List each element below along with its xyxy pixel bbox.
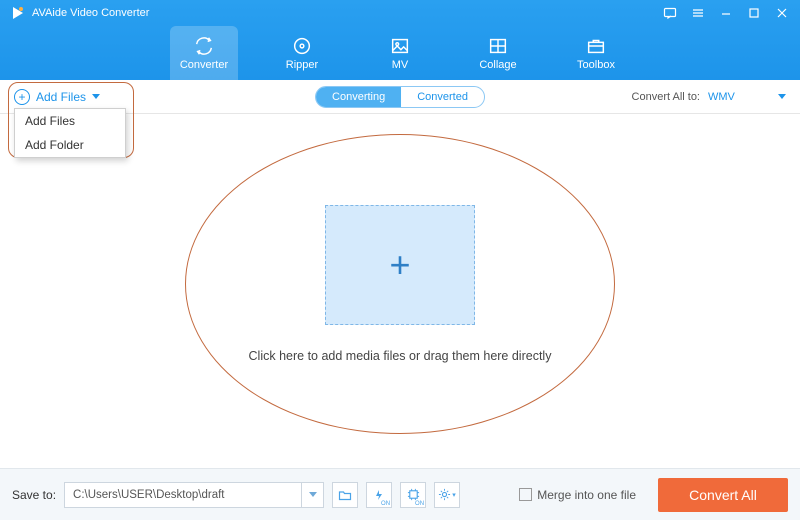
drop-hint: Click here to add media files or drag th… (249, 349, 552, 363)
save-path-input[interactable] (65, 489, 301, 501)
plus-icon: + (389, 244, 410, 286)
nav-label: Ripper (286, 59, 318, 71)
convert-all-label: Convert All to: (632, 91, 700, 103)
add-files-menu: Add Files Add Folder (14, 108, 126, 158)
nav-label: MV (392, 59, 409, 71)
gear-icon (438, 488, 451, 501)
menu-icon[interactable] (684, 0, 712, 26)
nav-label: Converter (180, 59, 228, 71)
tab-converted[interactable]: Converted (401, 87, 484, 107)
add-files-label: Add Files (36, 90, 86, 104)
status-tabs: Converting Converted (315, 86, 485, 108)
checkbox-icon (519, 488, 532, 501)
save-path-field[interactable] (64, 482, 324, 508)
nav-toolbox[interactable]: Toolbox (562, 26, 630, 80)
merge-label: Merge into one file (537, 488, 636, 502)
nav-converter[interactable]: Converter (170, 26, 238, 80)
annotation-ellipse: + Click here to add media files or drag … (185, 134, 615, 434)
folder-icon (338, 488, 352, 502)
plus-circle-icon: + (14, 89, 30, 105)
maximize-button[interactable] (740, 0, 768, 26)
convert-all-button[interactable]: Convert All (658, 478, 788, 512)
close-button[interactable] (768, 0, 796, 26)
hw-accel-button[interactable]: ON (366, 482, 392, 508)
bolt-icon (373, 489, 385, 501)
image-icon (389, 35, 411, 57)
disc-icon (291, 35, 313, 57)
gpu-status: ON (415, 501, 424, 507)
nav-ripper[interactable]: Ripper (268, 26, 336, 80)
nav-mv[interactable]: MV (366, 26, 434, 80)
menu-add-files[interactable]: Add Files (15, 109, 125, 133)
hw-status: ON (381, 501, 390, 507)
nav-label: Collage (479, 59, 516, 71)
nav-label: Toolbox (577, 59, 615, 71)
format-value: WMV (708, 91, 735, 103)
chip-icon (407, 488, 420, 501)
nav-collage[interactable]: Collage (464, 26, 532, 80)
feedback-icon[interactable] (656, 0, 684, 26)
save-to-label: Save to: (12, 488, 56, 502)
minimize-button[interactable] (712, 0, 740, 26)
tab-converting[interactable]: Converting (316, 87, 401, 107)
add-files-button[interactable]: + Add Files (14, 89, 100, 105)
save-path-dropdown[interactable] (301, 483, 323, 507)
chevron-down-icon (92, 94, 100, 99)
drop-zone[interactable]: + (325, 205, 475, 325)
merge-checkbox[interactable]: Merge into one file (519, 488, 636, 502)
app-title: AVAide Video Converter (32, 7, 149, 19)
output-format-select[interactable]: WMV (708, 91, 786, 103)
chevron-down-icon (778, 94, 786, 99)
collage-icon (487, 35, 509, 57)
convert-icon (193, 35, 215, 57)
gpu-button[interactable]: ON (400, 482, 426, 508)
app-logo (10, 5, 26, 21)
toolbox-icon (585, 35, 607, 57)
browse-folder-button[interactable] (332, 482, 358, 508)
settings-button[interactable]: ▾ (434, 482, 460, 508)
menu-add-folder[interactable]: Add Folder (15, 133, 125, 157)
